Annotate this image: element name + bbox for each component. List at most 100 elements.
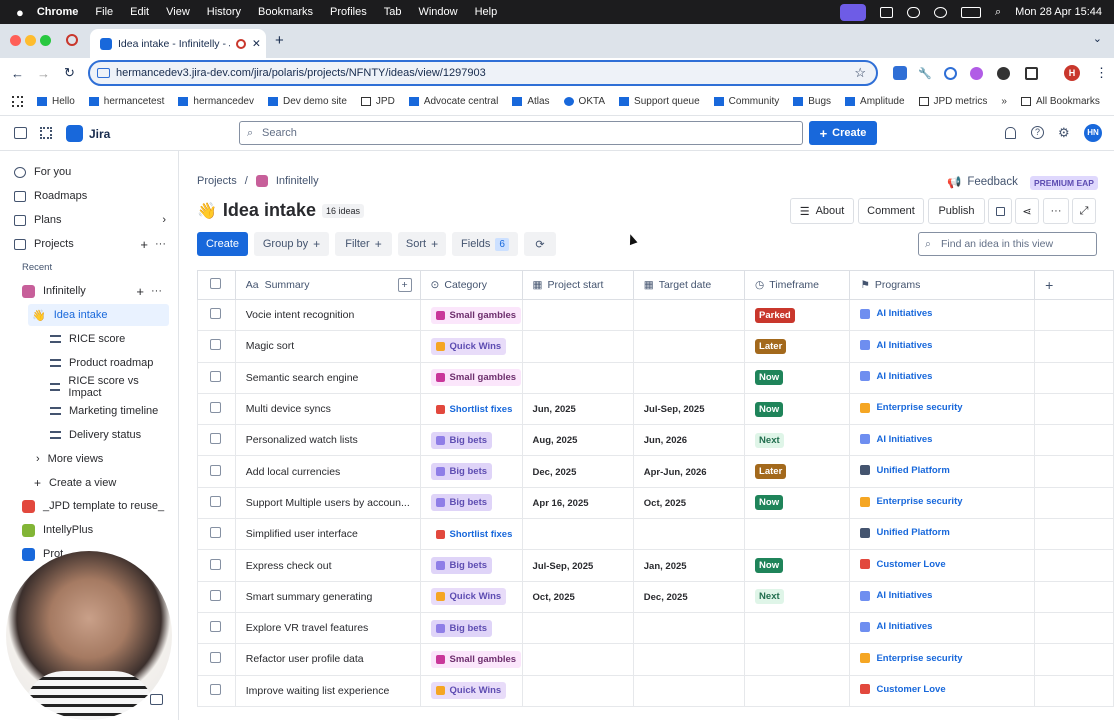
- global-search-input[interactable]: ⌕ Search: [239, 121, 803, 145]
- bookmark-folder[interactable]: JPD: [360, 96, 395, 107]
- programs-cell[interactable]: AI Initiatives: [849, 424, 1036, 457]
- category-cell[interactable]: Shortlist fixes: [419, 518, 523, 551]
- target-date-cell[interactable]: [632, 330, 746, 363]
- settings-gear-icon[interactable]: ⚙: [1058, 125, 1070, 141]
- sidebar-item-for-you[interactable]: For you: [14, 161, 71, 183]
- summary-cell[interactable]: Vocie intent recognition: [234, 298, 421, 332]
- publish-button[interactable]: Publish: [928, 198, 985, 224]
- bookmark[interactable]: Hello: [37, 96, 75, 107]
- sidebar-create-view[interactable]: + Create a view: [30, 472, 171, 494]
- extension-icon[interactable]: [893, 66, 907, 80]
- project-start-cell[interactable]: Dec, 2025: [521, 455, 634, 488]
- project-start-cell[interactable]: Apr 16, 2025: [521, 486, 634, 520]
- column-header-summary[interactable]: Aa Summary +: [234, 270, 421, 300]
- select-all-checkbox[interactable]: [210, 278, 221, 289]
- sidebar-view-product-roadmap[interactable]: Product roadmap: [46, 352, 169, 374]
- timeframe-cell[interactable]: Now: [744, 392, 851, 426]
- breadcrumb-project[interactable]: Infinitelly: [276, 175, 319, 187]
- target-date-cell[interactable]: [632, 643, 746, 676]
- category-cell[interactable]: Small gambles: [419, 361, 523, 394]
- bookmark[interactable]: Dev demo site: [267, 96, 347, 107]
- filter-button[interactable]: Filter +: [335, 232, 392, 256]
- table-row[interactable]: Smart summary generating Quick Wins Oct, 2…: [197, 580, 1114, 613]
- category-cell[interactable]: Big bets: [419, 455, 523, 488]
- summary-cell[interactable]: Explore VR travel features: [234, 611, 421, 645]
- project-start-cell[interactable]: [521, 611, 634, 645]
- menu-view[interactable]: View: [166, 6, 190, 18]
- idea-summary[interactable]: Semantic search engine: [246, 372, 359, 384]
- idea-summary[interactable]: Vocie intent recognition: [246, 309, 355, 321]
- summary-cell[interactable]: Add local currencies: [234, 455, 421, 488]
- sidebar-project-infinitelly[interactable]: Infinitelly + ···: [22, 280, 166, 302]
- category-cell[interactable]: Quick Wins: [419, 330, 523, 363]
- timeframe-cell[interactable]: Now: [744, 486, 851, 520]
- column-header-category[interactable]: ⊙ Category: [419, 270, 523, 300]
- table-row[interactable]: Refactor user profile data Small gambles E…: [197, 643, 1114, 676]
- extensions-puzzle-icon[interactable]: [1025, 66, 1038, 80]
- idea-summary[interactable]: Support Multiple users by accoun...: [246, 497, 410, 509]
- close-window-button[interactable]: [10, 35, 21, 46]
- apple-icon[interactable]: ●: [16, 5, 24, 20]
- column-header-target-date[interactable]: ▦ Target date: [632, 270, 746, 300]
- sidebar-project-intellyplus[interactable]: IntellyPlus: [22, 519, 93, 541]
- find-idea-input[interactable]: ⌕ Find an idea in this view: [918, 232, 1097, 256]
- menu-bookmarks[interactable]: Bookmarks: [258, 6, 313, 18]
- timeframe-cell[interactable]: Parked: [744, 298, 851, 332]
- target-date-cell[interactable]: Jun, 2026: [632, 424, 746, 457]
- menu-edit[interactable]: Edit: [130, 6, 149, 18]
- category-cell[interactable]: Big bets: [419, 611, 523, 645]
- user-avatar[interactable]: HN: [1084, 124, 1102, 142]
- idea-summary[interactable]: Personalized watch lists: [246, 434, 358, 446]
- page-emoji[interactable]: 👋: [197, 201, 217, 221]
- row-checkbox[interactable]: [210, 683, 221, 695]
- timeframe-cell[interactable]: Later: [744, 330, 851, 363]
- summary-cell[interactable]: Personalized watch lists: [234, 424, 421, 457]
- maximize-window-button[interactable]: [40, 35, 51, 46]
- all-bookmarks[interactable]: All Bookmarks: [1020, 96, 1100, 107]
- sidebar-view-rice-vs-impact[interactable]: RICE score vs Impact: [46, 375, 169, 399]
- idea-summary[interactable]: Simplified user interface: [246, 528, 358, 540]
- timeframe-cell[interactable]: Later: [744, 455, 851, 488]
- programs-cell[interactable]: AI Initiatives: [849, 298, 1036, 332]
- feedback-link[interactable]: 📢 Feedback: [947, 175, 1018, 189]
- row-checkbox[interactable]: [210, 464, 221, 476]
- reload-icon[interactable]: ↻: [64, 65, 75, 81]
- table-row[interactable]: Add local currencies Big bets Dec, 2025 Apr…: [197, 455, 1114, 488]
- programs-cell[interactable]: Enterprise security: [849, 643, 1036, 676]
- screen-record-icon[interactable]: [839, 3, 866, 21]
- more-icon[interactable]: ···: [151, 285, 162, 297]
- idea-summary[interactable]: Add local currencies: [246, 466, 341, 478]
- global-create-button[interactable]: + Create: [809, 121, 877, 145]
- close-tab-icon[interactable]: ✕: [252, 38, 261, 50]
- target-date-cell[interactable]: Jan, 2025: [632, 549, 746, 582]
- summary-cell[interactable]: Refactor user profile data: [234, 643, 421, 676]
- apps-grid-icon[interactable]: [12, 96, 23, 107]
- category-cell[interactable]: Big bets: [419, 549, 523, 582]
- target-date-cell[interactable]: [632, 518, 746, 551]
- programs-cell[interactable]: Customer Love: [849, 549, 1036, 582]
- menu-profiles[interactable]: Profiles: [330, 6, 367, 18]
- more-icon[interactable]: ···: [155, 238, 166, 250]
- row-checkbox[interactable]: [210, 589, 221, 601]
- target-date-cell[interactable]: [632, 611, 746, 645]
- summary-cell[interactable]: Magic sort: [234, 330, 421, 363]
- forward-icon[interactable]: →: [37, 66, 50, 81]
- summary-cell[interactable]: Smart summary generating: [234, 580, 421, 613]
- timeframe-cell[interactable]: Next: [744, 580, 851, 613]
- menu-tab[interactable]: Tab: [384, 6, 402, 18]
- minimize-window-button[interactable]: [25, 35, 36, 46]
- new-tab-icon[interactable]: +: [275, 32, 284, 49]
- extension-icon[interactable]: [970, 66, 983, 80]
- project-start-cell[interactable]: Jun, 2025: [521, 392, 634, 426]
- site-info-icon[interactable]: [97, 68, 110, 78]
- bookmark[interactable]: Atlas: [512, 96, 550, 107]
- wifi-icon[interactable]: [933, 6, 947, 18]
- help-icon[interactable]: ?: [1031, 126, 1044, 139]
- sidebar-item-projects[interactable]: Projects + ···: [14, 233, 166, 255]
- row-checkbox[interactable]: [210, 558, 221, 570]
- target-date-cell[interactable]: [632, 674, 746, 707]
- sidebar-item-roadmaps[interactable]: Roadmaps: [14, 185, 87, 207]
- back-icon[interactable]: ←: [11, 66, 24, 81]
- programs-cell[interactable]: Enterprise security: [849, 392, 1036, 426]
- programs-cell[interactable]: Customer Love: [849, 674, 1036, 707]
